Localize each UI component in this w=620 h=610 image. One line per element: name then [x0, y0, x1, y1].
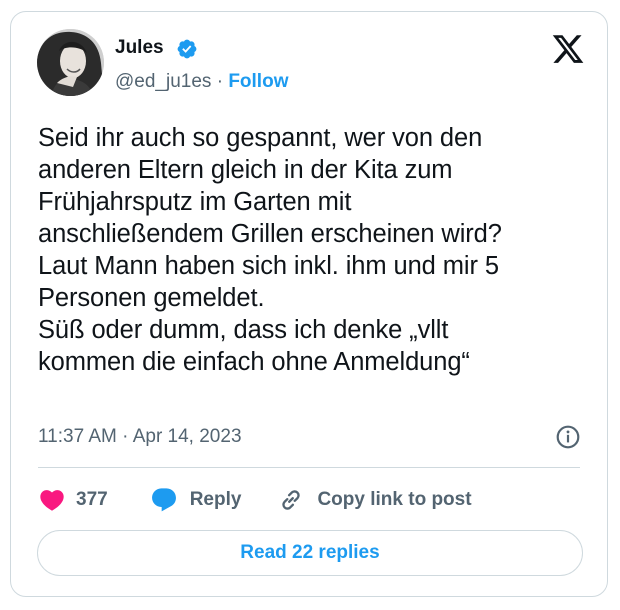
- author-name[interactable]: Jules: [115, 37, 164, 59]
- verified-badge-icon: [177, 39, 197, 59]
- read-replies-button[interactable]: Read 22 replies: [37, 530, 583, 576]
- like-count: 377: [76, 489, 108, 510]
- like-button[interactable]: 377: [38, 486, 108, 514]
- tweet-timestamp[interactable]: 11:37 AM · Apr 14, 2023: [38, 426, 242, 448]
- follow-button[interactable]: Follow: [228, 71, 288, 92]
- info-icon[interactable]: [555, 424, 581, 450]
- divider: [38, 467, 580, 468]
- read-replies-label: Read 22 replies: [240, 542, 380, 563]
- author-handle-row: @ed_ju1es · Follow: [115, 71, 288, 93]
- handle-separator: ·: [216, 71, 224, 92]
- avatar-photo: [37, 29, 104, 96]
- reply-button[interactable]: Reply: [150, 486, 242, 514]
- reply-label: Reply: [189, 489, 242, 510]
- x-logo-icon[interactable]: [551, 32, 585, 66]
- tweet-card: Jules @ed_ju1es · Follow Seid ihr auch s…: [10, 11, 608, 597]
- avatar[interactable]: [37, 29, 104, 96]
- tweet-text: Seid ihr auch so gespannt, wer von den a…: [38, 124, 502, 376]
- link-icon: [282, 490, 301, 510]
- speech-bubble-icon: [151, 488, 176, 512]
- action-bar: 377 Reply Copy link to post: [38, 483, 472, 517]
- copy-link-button[interactable]: Copy link to post: [277, 486, 472, 514]
- heart-icon: [40, 490, 64, 511]
- author-handle[interactable]: @ed_ju1es: [115, 71, 211, 92]
- copy-link-label: Copy link to post: [317, 489, 472, 510]
